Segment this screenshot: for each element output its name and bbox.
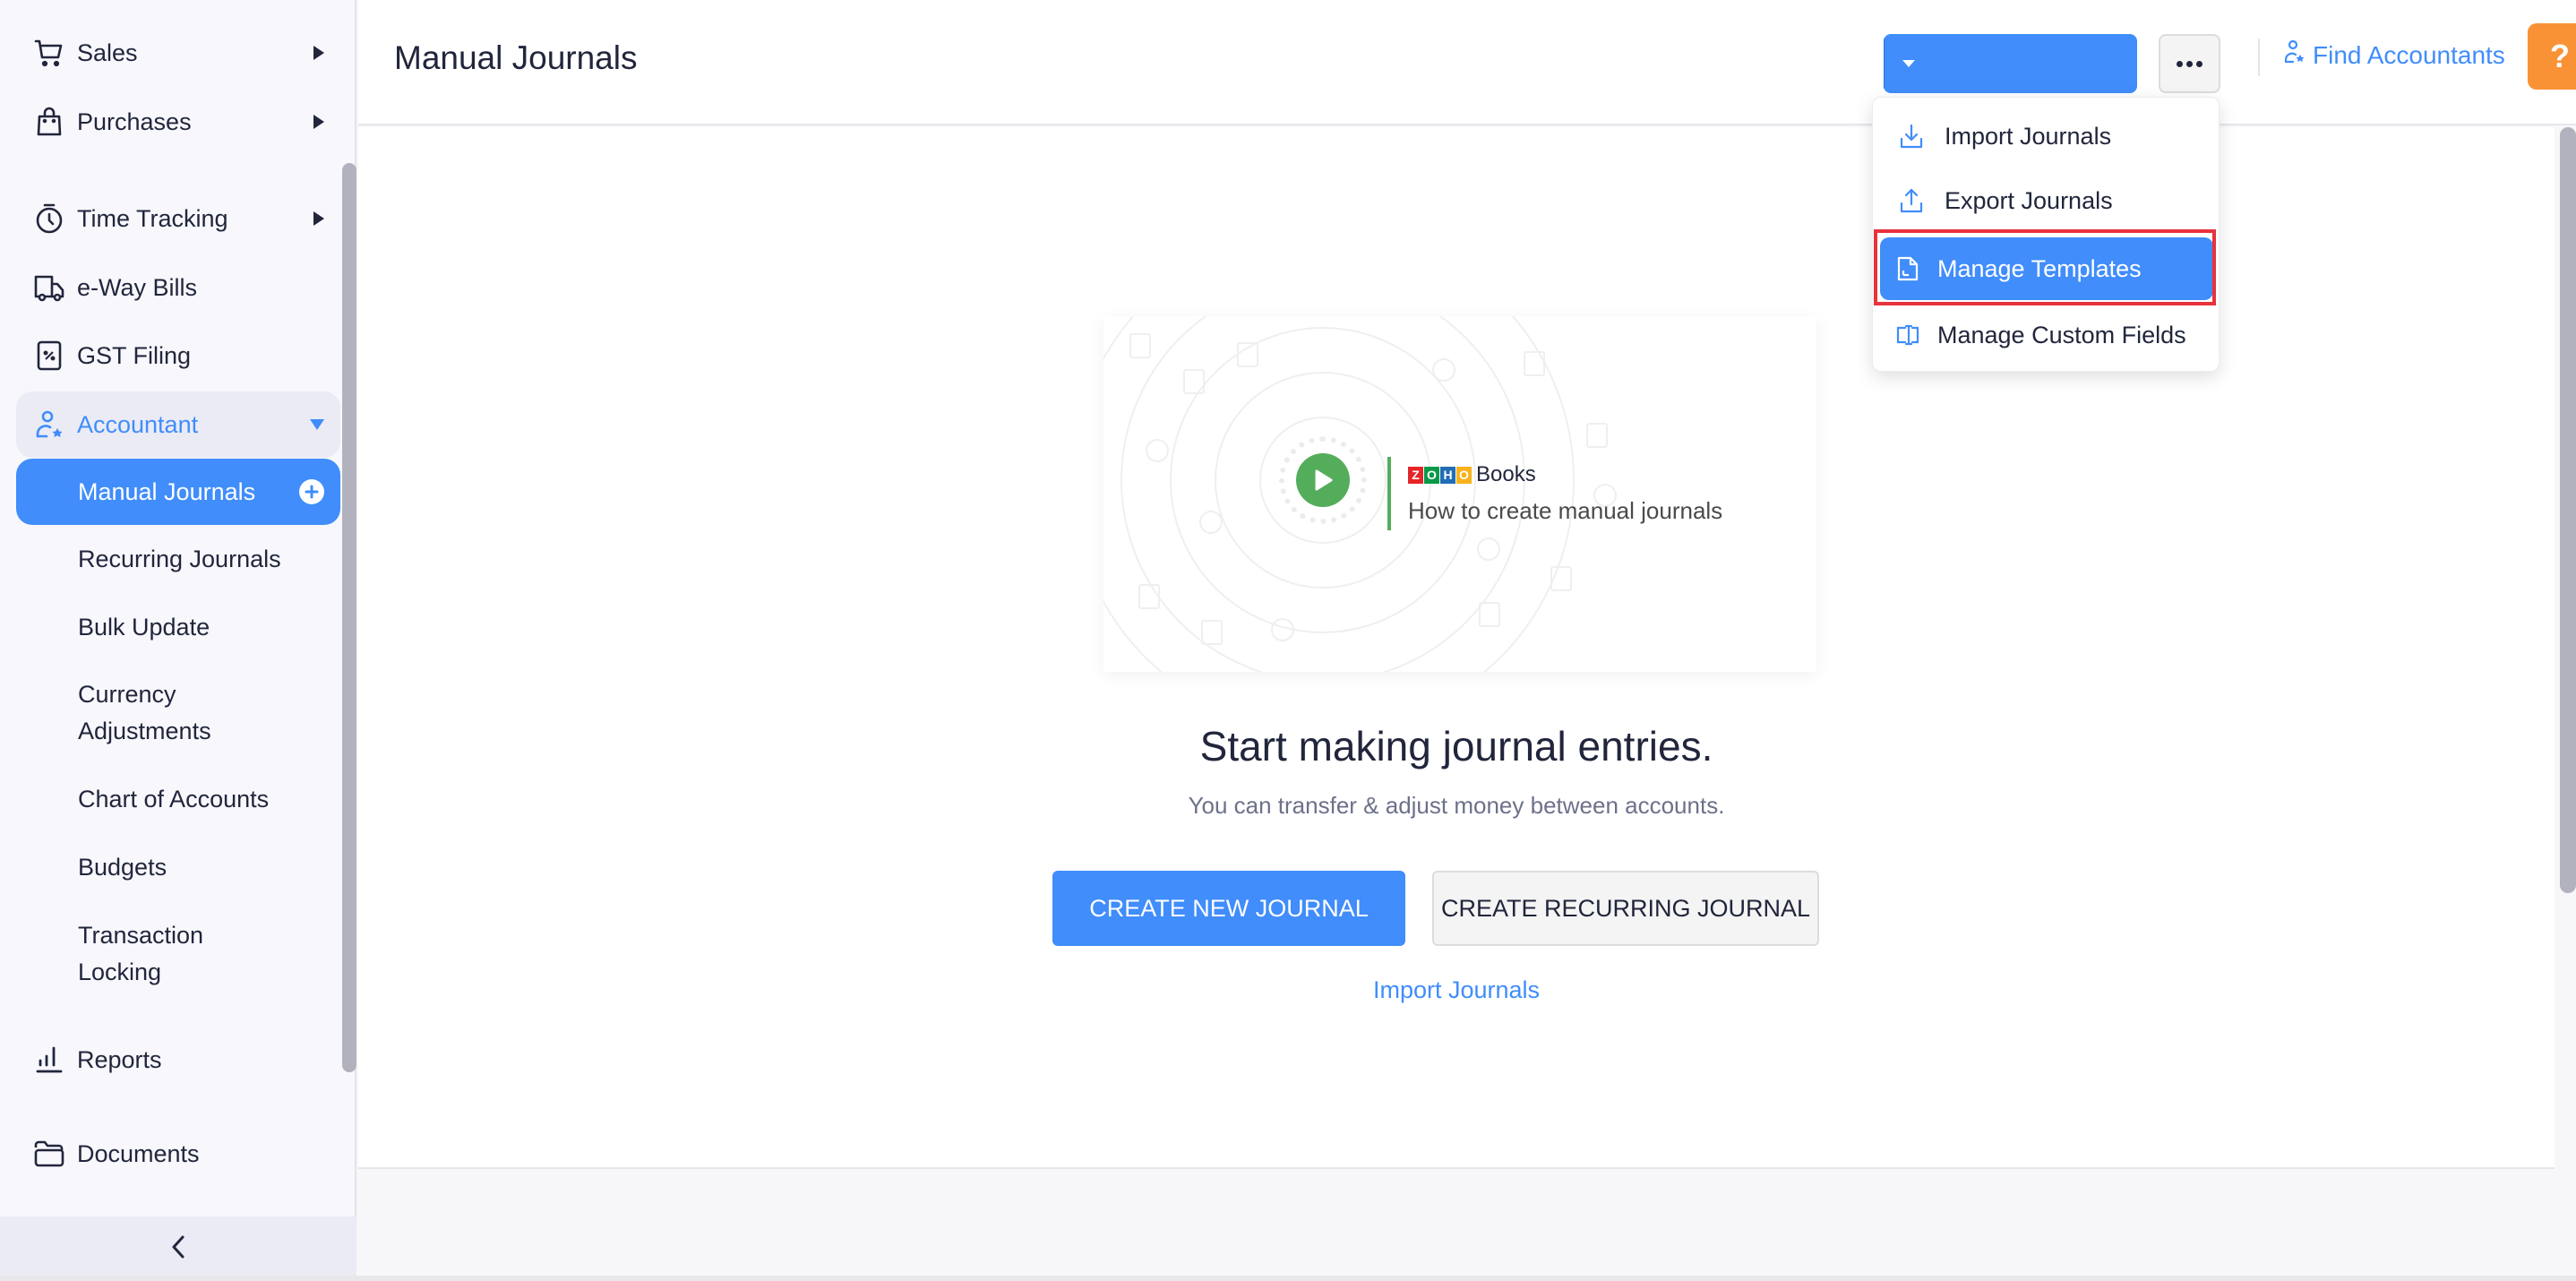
sidebar-item-documents[interactable]: Documents <box>16 1121 340 1187</box>
bottom-edge <box>0 1276 2576 1281</box>
video-background-pattern <box>1103 316 1617 672</box>
empty-state-subtitle: You can transfer & adjust money between … <box>1188 792 1725 819</box>
zoho-letter: H <box>1440 466 1455 484</box>
menu-item-manage-custom-fields[interactable]: Manage Custom Fields <box>1880 304 2213 366</box>
create-recurring-journal-button[interactable]: CREATE RECURRING JOURNAL <box>1432 871 1819 946</box>
sidebar-item-chart-of-accounts[interactable]: Chart of Accounts <box>16 781 340 818</box>
sidebar-item-time-tracking[interactable]: Time Tracking <box>16 185 340 252</box>
caret-down-icon <box>310 419 324 430</box>
play-button[interactable] <box>1296 453 1350 507</box>
zoho-letter: O <box>1424 466 1439 484</box>
ellipsis-icon <box>2177 60 2202 67</box>
sidebar-item-label: Sales <box>77 39 138 66</box>
sidebar-item-purchases[interactable]: Purchases <box>16 89 340 155</box>
video-title: How to create manual journals <box>1408 497 1723 524</box>
sidebar-item-gst-filing[interactable]: GST Filing <box>16 322 340 389</box>
empty-state-heading: Start making journal entries. <box>1199 723 1713 769</box>
sidebar-item-e-way-bills[interactable]: e-Way Bills <box>16 254 340 321</box>
more-options-menu: Import Journals Export Journals Manage T… <box>1872 97 2220 372</box>
zoho-letter: Z <box>1408 466 1423 484</box>
import-journals-label[interactable]: Import Journals <box>1373 976 1540 1003</box>
sidebar-item-label: Transaction Locking <box>78 922 204 985</box>
template-doc-icon <box>1893 255 1923 282</box>
sidebar: Sales Purchases Time Tracking e-Way Bill… <box>0 0 356 1281</box>
export-icon <box>1896 187 1927 214</box>
menu-item-label: Manage Custom Fields <box>1937 321 2186 348</box>
create-new-journal-button[interactable]: CREATE NEW JOURNAL <box>1052 871 1405 946</box>
sidebar-item-accountant[interactable]: Accountant <box>16 391 340 458</box>
chevron-left-icon <box>170 1234 186 1264</box>
cart-icon <box>32 36 66 70</box>
sidebar-item-label: Currency Adjustments <box>78 681 211 744</box>
sidebar-item-currency-adjustments[interactable]: Currency Adjustments <box>16 676 340 750</box>
accountant-icon <box>32 408 66 442</box>
shopping-bag-icon <box>32 105 66 139</box>
sidebar-item-bulk-update[interactable]: Bulk Update <box>16 609 340 646</box>
header-divider <box>2258 39 2260 76</box>
find-accountants-label: Find Accountants <box>2313 40 2505 69</box>
video-accent-bar <box>1387 457 1391 530</box>
collapse-sidebar-button[interactable] <box>0 1217 356 1281</box>
menu-item-label: Manage Templates <box>1937 254 2142 282</box>
help-button[interactable]: ? <box>2528 23 2576 90</box>
sidebar-item-transaction-locking[interactable]: Transaction Locking <box>16 917 340 991</box>
caret-right-icon <box>313 46 324 60</box>
bar-chart-icon <box>32 1043 66 1077</box>
import-icon <box>1896 123 1927 150</box>
brand-name: Books <box>1476 462 1536 486</box>
sidebar-item-manual-journals[interactable]: Manual Journals <box>16 459 340 525</box>
sidebar-item-recurring-journals[interactable]: Recurring Journals <box>16 541 340 578</box>
sidebar-item-label: Accountant <box>77 410 199 438</box>
page-title: Manual Journals <box>394 39 638 76</box>
more-options-button[interactable] <box>2159 34 2220 93</box>
sidebar-item-label: Time Tracking <box>77 204 228 232</box>
zoho-letter: O <box>1456 466 1472 484</box>
caret-right-icon <box>313 211 324 226</box>
menu-item-import-journals[interactable]: Import Journals <box>1880 105 2213 168</box>
sidebar-item-reports[interactable]: Reports <box>16 1027 340 1093</box>
menu-item-label: Export Journals <box>1945 186 2113 214</box>
stopwatch-icon <box>32 202 66 236</box>
menu-item-label: Import Journals <box>1945 122 2112 150</box>
new-journal-split-button: + New Journal <box>1884 34 2137 93</box>
add-journal-plus-icon[interactable] <box>299 479 324 504</box>
sidebar-scrollbar[interactable] <box>342 163 356 1072</box>
sidebar-item-label: Reports <box>77 1045 162 1073</box>
zoho-books-logo: Z O H O Books <box>1408 462 1536 487</box>
sidebar-item-label: Budgets <box>78 854 167 881</box>
sidebar-item-label: Purchases <box>77 107 192 135</box>
menu-item-export-journals[interactable]: Export Journals <box>1880 169 2213 232</box>
caret-right-icon <box>313 115 324 129</box>
sidebar-item-label: Manual Journals <box>78 477 256 505</box>
custom-field-icon <box>1893 323 1923 347</box>
sidebar-item-label: Chart of Accounts <box>78 786 270 812</box>
play-icon <box>1315 469 1333 491</box>
tutorial-video-card[interactable]: Z O H O Books How to create manual journ… <box>1103 316 1816 672</box>
sidebar-item-label: Bulk Update <box>78 614 210 640</box>
menu-item-manage-templates[interactable]: Manage Templates <box>1880 237 2213 300</box>
sidebar-item-budgets[interactable]: Budgets <box>16 849 340 886</box>
sidebar-item-sales[interactable]: Sales <box>16 20 340 86</box>
accountant-icon <box>2284 39 2313 71</box>
sidebar-item-label: Recurring Journals <box>78 546 281 572</box>
import-journals-link[interactable]: Import Journals <box>358 976 2555 1004</box>
folder-icon <box>32 1137 66 1171</box>
caret-down-icon <box>1902 60 1915 67</box>
sidebar-item-label: Documents <box>77 1139 200 1167</box>
page-header: Manual Journals + New Journal Find Accou… <box>358 0 2576 125</box>
main-content: Z O H O Books How to create manual journ… <box>358 127 2555 1169</box>
find-accountants-link[interactable]: Find Accountants <box>2284 39 2505 71</box>
percent-doc-icon <box>32 339 66 373</box>
truck-icon <box>32 271 66 305</box>
sidebar-item-label: GST Filing <box>77 341 192 369</box>
new-journal-dropdown-toggle[interactable] <box>1884 34 1932 93</box>
sidebar-item-label: e-Way Bills <box>77 273 198 301</box>
main-scrollbar[interactable] <box>2560 127 2576 893</box>
